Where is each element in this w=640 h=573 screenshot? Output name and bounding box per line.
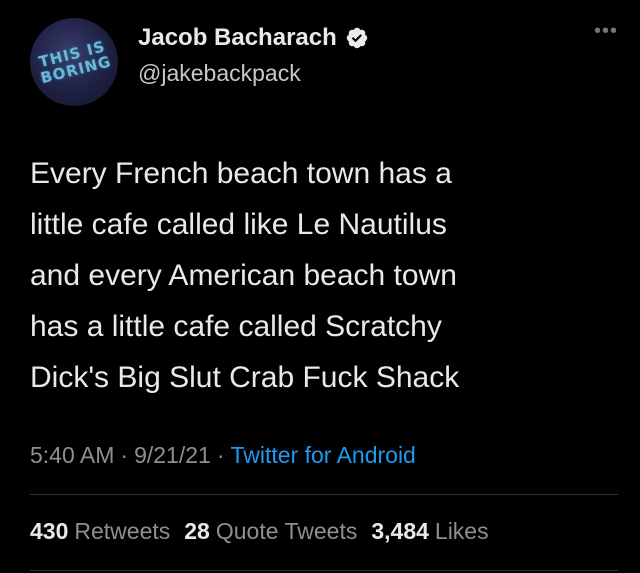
tweet-meta: 5:40 AM · 9/21/21 · Twitter for Android [30, 442, 416, 469]
avatar-lettering: THIS IS BORING [37, 37, 114, 88]
avatar[interactable]: THIS IS BORING [30, 18, 118, 106]
tweet-text: Every French beach town has a little caf… [30, 157, 460, 394]
tweet-source-link[interactable]: Twitter for Android [230, 442, 415, 468]
user-handle[interactable]: @jakebackpack [138, 60, 301, 87]
quote-tweets-count: 28 [184, 518, 210, 544]
divider [30, 494, 618, 495]
likes-label: Likes [434, 518, 489, 544]
divider [30, 570, 618, 571]
retweets-label: Retweets [74, 518, 171, 544]
more-options-icon[interactable]: ••• [594, 20, 618, 43]
meta-separator: · [216, 442, 225, 468]
likes-count: 3,484 [371, 518, 429, 544]
retweets-stat[interactable]: 430 Retweets [30, 518, 170, 545]
tweet-time[interactable]: 5:40 AM [30, 442, 114, 468]
meta-separator: · [120, 442, 129, 468]
tweet-card: THIS IS BORING Jacob Bacharach @jakeback… [0, 0, 640, 573]
quote-tweets-stat[interactable]: 28 Quote Tweets [184, 518, 357, 545]
author-name-row: Jacob Bacharach [138, 24, 369, 52]
likes-stat[interactable]: 3,484 Likes [371, 518, 488, 545]
display-name[interactable]: Jacob Bacharach [138, 24, 337, 52]
tweet-date[interactable]: 9/21/21 [134, 442, 211, 468]
engagement-stats: 430 Retweets 28 Quote Tweets 3,484 Likes [30, 518, 489, 545]
retweets-count: 430 [30, 518, 69, 544]
verified-badge-icon [346, 27, 368, 49]
quote-tweets-label: Quote Tweets [215, 518, 358, 544]
